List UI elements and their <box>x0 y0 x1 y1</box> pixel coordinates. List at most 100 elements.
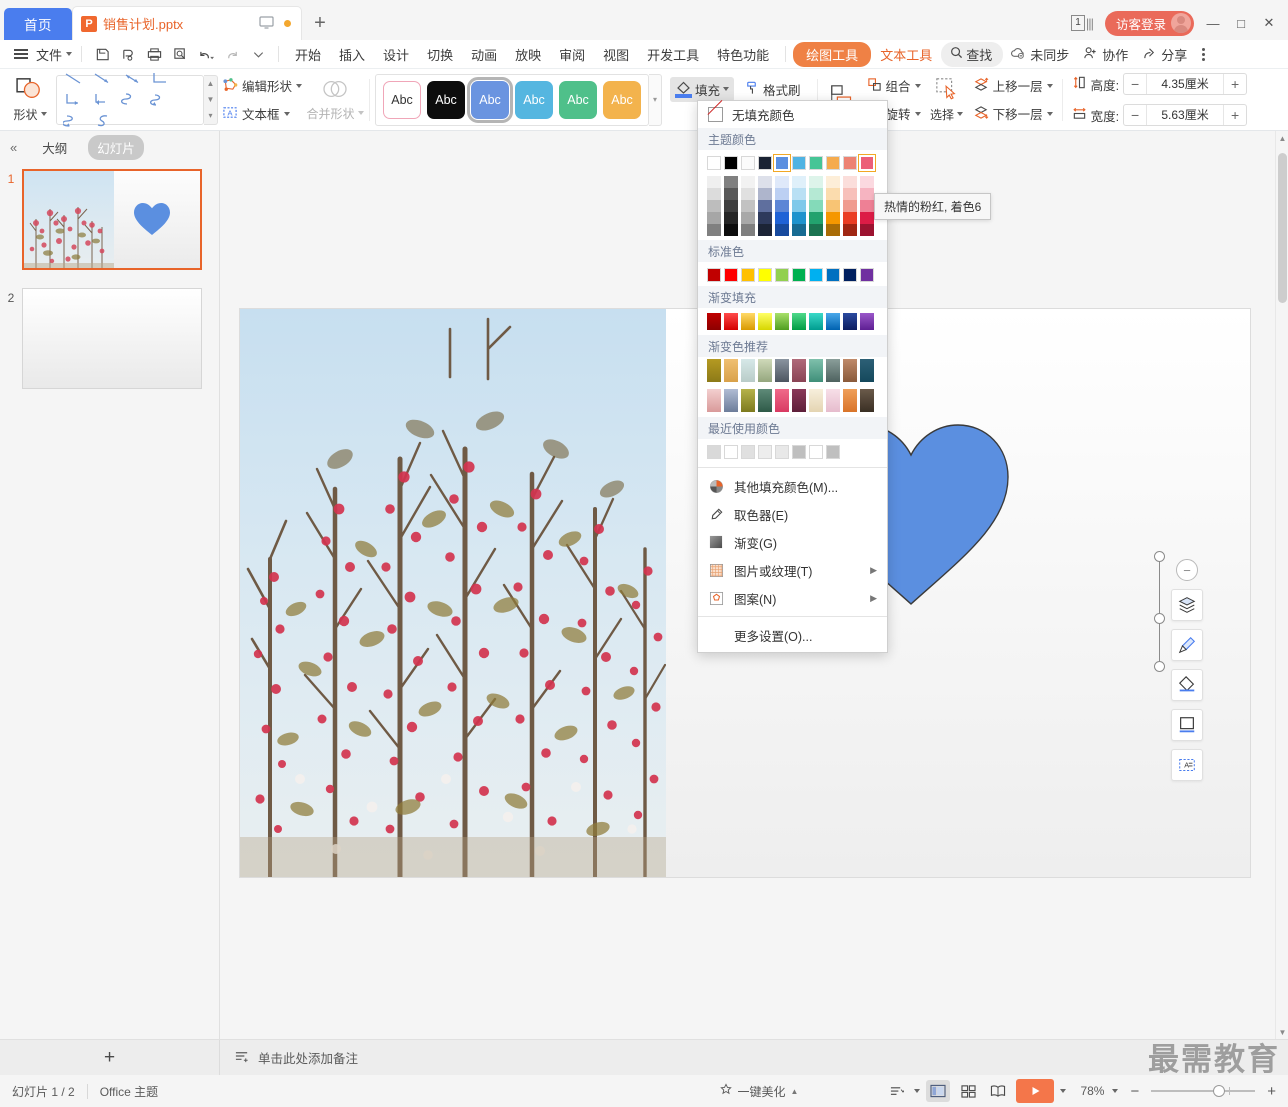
theme-tint-col-green[interactable] <box>809 176 823 236</box>
theme-swatch-green[interactable] <box>809 156 823 170</box>
undo-icon[interactable] <box>193 42 219 66</box>
picture-texture-item[interactable]: 图片或纹理(T) ▶ <box>698 556 887 584</box>
tint[interactable] <box>860 212 874 224</box>
tint[interactable] <box>843 224 857 236</box>
theme-tint-col-salmon[interactable] <box>843 176 857 236</box>
shape-elbow-connector-icon[interactable] <box>146 68 175 89</box>
recent-swatch[interactable] <box>707 445 721 459</box>
tab-drawing-tools[interactable]: 绘图工具 <box>793 41 872 67</box>
line-shape-gallery[interactable] <box>56 73 204 127</box>
tab-slideshow[interactable]: 放映 <box>506 42 550 67</box>
tab-outline[interactable]: 大纲 <box>33 135 76 160</box>
tint[interactable] <box>724 212 738 224</box>
new-tab-button[interactable]: + <box>302 6 338 40</box>
list-item[interactable]: 1 <box>0 169 211 270</box>
grad-rec-swatch[interactable] <box>826 359 840 382</box>
tint[interactable] <box>792 200 806 212</box>
share-button[interactable]: 分享 <box>1135 42 1194 67</box>
collaborate-button[interactable]: 协作 <box>1076 42 1135 67</box>
send-backward-button[interactable]: 下移一层 <box>969 102 1057 125</box>
print-icon[interactable] <box>141 42 167 66</box>
shape-style-blue[interactable]: Abc <box>467 76 514 123</box>
gradient-swatch-lightgreen[interactable] <box>775 313 789 330</box>
standard-colors-row[interactable] <box>707 268 878 282</box>
shape-line-double-arrow-icon[interactable] <box>117 68 146 89</box>
width-decrease-button[interactable]: − <box>1124 105 1146 125</box>
view-reading-button[interactable] <box>986 1080 1010 1102</box>
tint[interactable] <box>775 200 789 212</box>
tint[interactable] <box>792 188 806 200</box>
theme-tints-grid[interactable] <box>707 176 878 236</box>
tint[interactable] <box>860 176 874 188</box>
theme-swatch-darkblue[interactable] <box>758 156 772 170</box>
chevron-down-icon[interactable] <box>1060 1089 1067 1093</box>
gradient-swatch-darkred[interactable] <box>707 313 721 330</box>
tint[interactable] <box>809 188 823 200</box>
zoom-out-button[interactable]: − <box>1124 1083 1145 1100</box>
theme-tint-col-black[interactable] <box>724 176 738 236</box>
tint[interactable] <box>707 188 721 200</box>
grad-rec-swatch[interactable] <box>758 389 772 412</box>
width-increase-button[interactable]: + <box>1224 105 1246 125</box>
tint[interactable] <box>775 188 789 200</box>
standard-swatch-yellow[interactable] <box>758 268 772 282</box>
tint[interactable] <box>707 176 721 188</box>
shape-line-arrow-icon[interactable] <box>88 68 117 89</box>
fill-tool-button[interactable] <box>1171 669 1203 701</box>
beautify-button[interactable]: 一键美化 ▲ <box>707 1082 811 1100</box>
redo-icon[interactable] <box>219 42 245 66</box>
tint[interactable] <box>741 200 755 212</box>
standard-swatch-lightgreen[interactable] <box>775 268 789 282</box>
grad-rec-swatch[interactable] <box>724 359 738 382</box>
tint[interactable] <box>792 212 806 224</box>
chevron-down-icon[interactable] <box>914 1089 921 1093</box>
edit-shape-button[interactable]: 编辑形状 <box>218 74 306 97</box>
tab-slides[interactable]: 幻灯片 <box>88 134 144 160</box>
more-settings-item[interactable]: 更多设置(O)... <box>698 621 887 649</box>
gradient-swatch-navy[interactable] <box>843 313 857 330</box>
tint[interactable] <box>843 176 857 188</box>
recent-swatch[interactable] <box>809 445 823 459</box>
shape-curve-3-icon[interactable] <box>59 110 88 131</box>
grad-rec-swatch[interactable] <box>707 359 721 382</box>
tint[interactable] <box>724 200 738 212</box>
recent-colors-grid[interactable] <box>698 439 887 463</box>
scroll-up-icon[interactable]: ▲ <box>207 79 215 88</box>
gradient-swatch-yellow[interactable] <box>758 313 772 330</box>
recent-swatch[interactable] <box>775 445 789 459</box>
outline-tool-button[interactable] <box>1171 709 1203 741</box>
tint[interactable] <box>860 224 874 236</box>
gradient-recommend-row-2[interactable] <box>698 387 887 417</box>
pattern-item[interactable]: 图案(N) ▶ <box>698 584 887 612</box>
tint[interactable] <box>792 176 806 188</box>
page-count-indicator[interactable]: 1 ||| <box>1071 15 1094 31</box>
find-button[interactable]: 查找 <box>941 41 1004 67</box>
grad-rec-swatch[interactable] <box>843 389 857 412</box>
theme-tint-col-pink[interactable] <box>860 176 874 236</box>
scroll-up-icon[interactable]: ▲ <box>1276 131 1288 145</box>
recent-swatch[interactable] <box>758 445 772 459</box>
tab-text-tools[interactable]: 文本工具 <box>871 42 941 67</box>
quick-access-more-icon[interactable] <box>245 42 271 66</box>
height-value[interactable]: 4.35厘米 <box>1146 74 1225 94</box>
more-options-icon[interactable] <box>1194 47 1213 61</box>
standard-swatch-skyblue[interactable] <box>809 268 823 282</box>
gradient-swatch-blue[interactable] <box>826 313 840 330</box>
height-stepper[interactable]: − 4.35厘米 + <box>1123 73 1248 95</box>
tint[interactable] <box>826 224 840 236</box>
tint[interactable] <box>809 176 823 188</box>
theme-base-row[interactable] <box>707 154 878 172</box>
no-fill-item[interactable]: 无填充颜色 <box>698 101 887 128</box>
gradient-item[interactable]: 渐变(G) <box>698 528 887 556</box>
fill-button-inner[interactable]: 填充 <box>670 76 735 102</box>
print-preview-icon[interactable] <box>167 42 193 66</box>
fill-dropdown-menu[interactable]: 无填充颜色 主题颜色 标准色 渐变填充 渐变色推荐 最近使用颜色 其他填充颜色(… <box>697 100 888 653</box>
shape-style-green[interactable]: Abc <box>559 80 598 119</box>
eyedropper-item[interactable]: 取色器(E) <box>698 500 887 528</box>
tint[interactable] <box>741 176 755 188</box>
tint[interactable] <box>724 224 738 236</box>
canvas-vertical-scrollbar[interactable]: ▲ ▼ <box>1275 131 1288 1039</box>
tint[interactable] <box>826 200 840 212</box>
gradient-recommend-row-1[interactable] <box>698 357 887 387</box>
tab-start[interactable]: 开始 <box>286 42 330 67</box>
